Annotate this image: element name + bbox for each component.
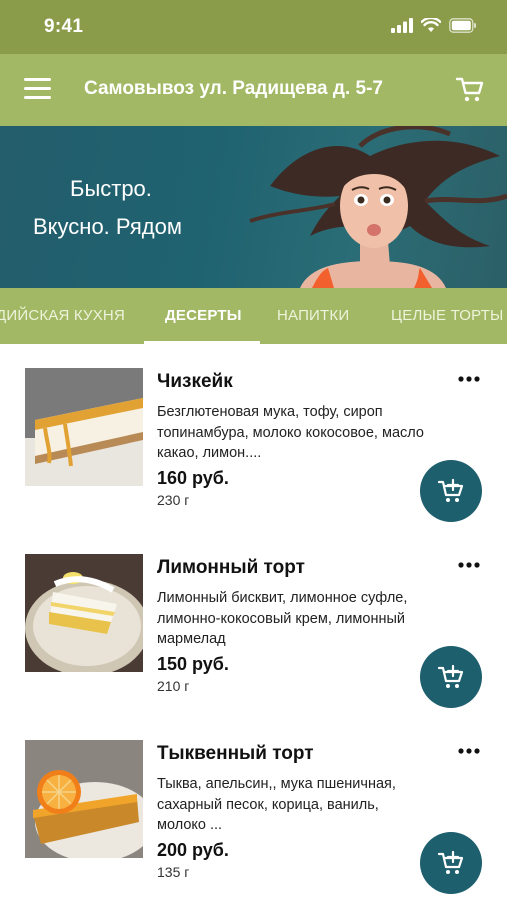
product-weight: 135 г bbox=[157, 864, 190, 880]
banner-woman-photo bbox=[249, 126, 507, 288]
category-tabs: ДИЙСКАЯ КУХНЯ ДЕСЕРТЫ НАПИТКИ ЦЕЛЫЕ ТОРТ… bbox=[0, 288, 507, 344]
more-dots-icon[interactable] bbox=[457, 746, 481, 756]
product-price: 200 руб. bbox=[157, 840, 229, 860]
active-tab-indicator bbox=[144, 341, 260, 344]
more-dots-icon[interactable] bbox=[457, 374, 481, 384]
product-name: Чизкейк bbox=[157, 371, 233, 392]
product-name: Лимонный торт bbox=[157, 557, 305, 578]
cart-plus-icon bbox=[437, 664, 464, 688]
app-bar: Самовывоз ул. Радищева д. 5-7 bbox=[0, 54, 507, 126]
add-to-cart-button[interactable] bbox=[420, 646, 482, 708]
tab-desserts[interactable]: ДЕСЕРТЫ bbox=[165, 288, 242, 344]
tab-drinks[interactable]: НАПИТКИ bbox=[277, 288, 349, 344]
add-to-cart-button[interactable] bbox=[420, 460, 482, 522]
status-bar: 9:41 bbox=[0, 0, 507, 54]
battery-icon bbox=[449, 18, 476, 33]
product-image-pumpkin-cake bbox=[25, 740, 143, 858]
signal-icon bbox=[391, 18, 413, 33]
product-card[interactable]: Лимонный торт Лимонный бисквит, лимонное… bbox=[0, 554, 507, 740]
add-to-cart-button[interactable] bbox=[420, 832, 482, 894]
tab-whole-cakes[interactable]: ЦЕЛЫЕ ТОРТЫ bbox=[391, 288, 504, 344]
product-weight: 230 г bbox=[157, 492, 190, 508]
banner-line-2: Вкусно. Рядом bbox=[33, 214, 182, 239]
product-name: Тыквенный торт bbox=[157, 743, 314, 764]
product-image-lemon-cake bbox=[25, 554, 143, 672]
more-dots-icon[interactable] bbox=[457, 560, 481, 570]
product-description: Тыква, апельсин,, мука пшеничная, сахарн… bbox=[157, 776, 396, 833]
status-icons bbox=[391, 18, 477, 33]
product-image-cheesecake bbox=[25, 368, 143, 486]
tab-category-1[interactable]: ДИЙСКАЯ КУХНЯ bbox=[0, 288, 125, 344]
product-card[interactable]: Чизкейк Безглютеновая мука, тофу, сироп … bbox=[0, 368, 507, 554]
product-description: Безглютеновая мука, тофу, сироп топинамб… bbox=[157, 404, 424, 461]
cart-plus-icon bbox=[437, 850, 464, 874]
banner-line-1: Быстро. bbox=[70, 176, 152, 201]
promo-banner[interactable]: Быстро. Вкусно. Рядом bbox=[0, 126, 507, 288]
hamburger-icon[interactable] bbox=[24, 78, 52, 100]
status-time: 9:41 bbox=[44, 16, 84, 37]
product-card[interactable]: Тыквенный торт Тыква, апельсин,, мука пш… bbox=[0, 740, 507, 900]
pickup-address-title[interactable]: Самовывоз ул. Радищева д. 5-7 bbox=[84, 78, 383, 100]
product-price: 160 руб. bbox=[157, 468, 229, 488]
product-description: Лимонный бисквит, лимонное суфле, лимонн… bbox=[157, 590, 408, 647]
product-price: 150 руб. bbox=[157, 654, 229, 674]
cart-plus-icon bbox=[437, 478, 464, 502]
product-weight: 210 г bbox=[157, 678, 190, 694]
wifi-icon bbox=[421, 18, 441, 32]
cart-icon[interactable] bbox=[455, 74, 485, 104]
